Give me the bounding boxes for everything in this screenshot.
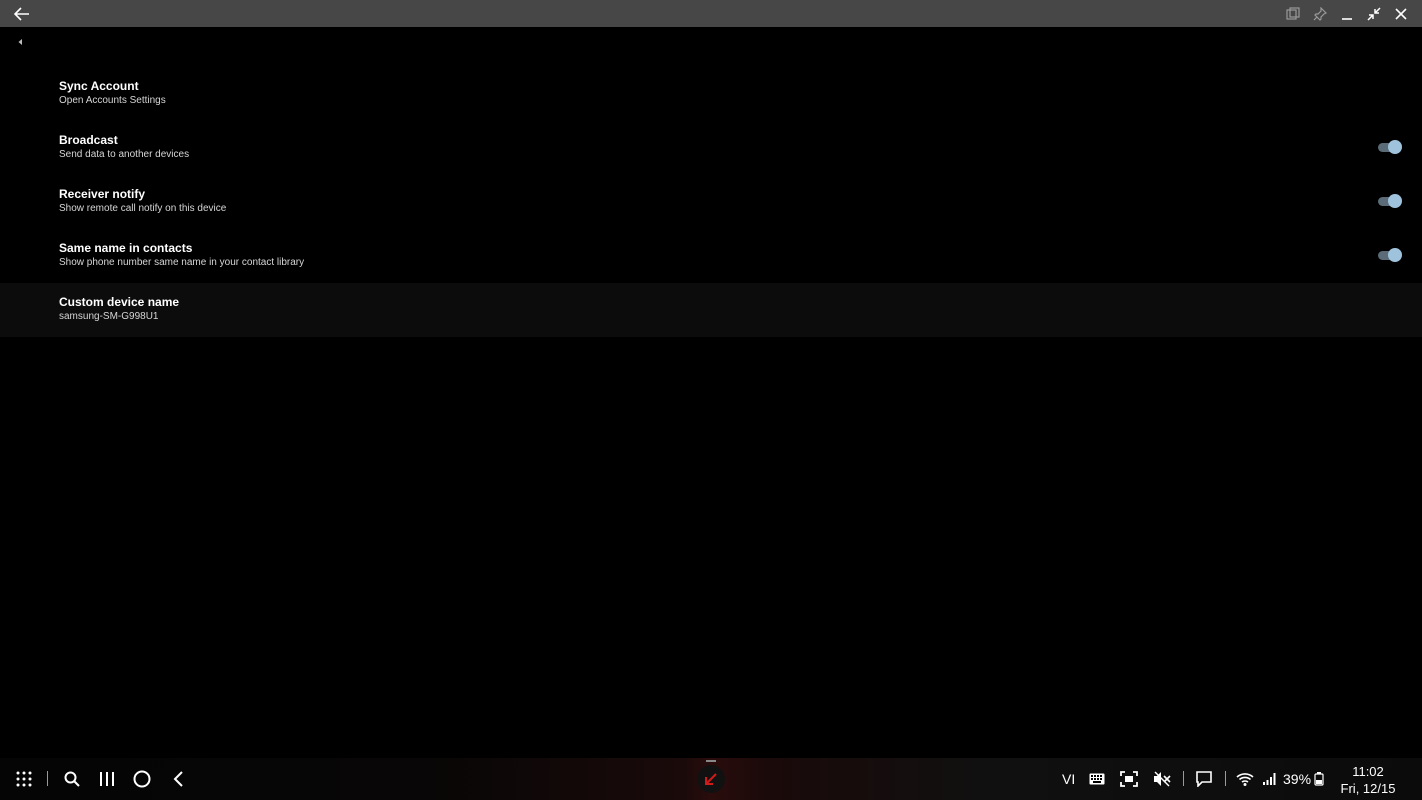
setting-sync-account[interactable]: Sync Account Open Accounts Settings [0, 67, 1422, 121]
setting-title: Receiver notify [59, 187, 146, 201]
handle-bar [706, 760, 716, 762]
screen: Sync Account Open Accounts Settings Broa… [0, 0, 1422, 800]
recents-icon[interactable] [97, 769, 117, 789]
setting-broadcast[interactable]: Broadcast Send data to another devices [0, 121, 1422, 175]
screenshot-icon[interactable] [1119, 769, 1139, 789]
signal-icon [1260, 769, 1278, 789]
setting-subtitle: samsung-SM-G998U1 [59, 311, 159, 322]
minimize-icon[interactable] [1333, 0, 1360, 27]
battery-icon [1313, 771, 1325, 787]
close-icon[interactable] [1387, 0, 1414, 27]
collapse-caret-icon[interactable] [15, 35, 27, 47]
receiver-notify-toggle[interactable] [1377, 193, 1403, 209]
restore-icon[interactable] [1360, 0, 1387, 27]
home-icon[interactable] [132, 769, 152, 789]
clock-time: 11:02 [1352, 764, 1384, 779]
setting-subtitle: Send data to another devices [59, 149, 190, 160]
battery-percent: 39% [1283, 771, 1312, 787]
taskbar-divider [47, 771, 48, 786]
taskbar-divider [1183, 771, 1184, 786]
taskbar: VI 39% 11:02 Fri, 12/15 [0, 758, 1422, 800]
apps-grid-icon[interactable] [14, 769, 34, 789]
notification-icon[interactable] [1194, 769, 1214, 789]
setting-receiver-notify[interactable]: Receiver notify Show remote call notify … [0, 175, 1422, 229]
setting-subtitle: Open Accounts Settings [59, 95, 166, 106]
back-icon[interactable] [168, 769, 188, 789]
pinned-app-icon[interactable] [697, 765, 725, 793]
broadcast-toggle[interactable] [1377, 139, 1403, 155]
window-titlebar [0, 0, 1422, 27]
language-indicator[interactable]: VI [1062, 771, 1075, 787]
setting-title: Broadcast [59, 133, 118, 147]
setting-title: Same name in contacts [59, 241, 193, 255]
setting-same-name-in-contacts[interactable]: Same name in contacts Show phone number … [0, 229, 1422, 283]
wifi-icon[interactable] [1235, 769, 1255, 789]
sound-muted-icon[interactable] [1152, 769, 1172, 789]
clock-date: Fri, 12/15 [1340, 781, 1396, 796]
keyboard-icon[interactable] [1087, 769, 1107, 789]
back-arrow-icon[interactable] [8, 0, 35, 27]
setting-title: Sync Account [59, 79, 139, 93]
clock[interactable]: 11:02 Fri, 12/15 [1338, 763, 1398, 797]
search-icon[interactable] [62, 769, 82, 789]
setting-title: Custom device name [59, 295, 180, 309]
setting-custom-device-name[interactable]: Custom device name samsung-SM-G998U1 [0, 283, 1422, 337]
taskbar-divider [1225, 771, 1226, 786]
same-name-toggle[interactable] [1377, 247, 1403, 263]
setting-subtitle: Show phone number same name in your cont… [59, 257, 305, 268]
pin-icon[interactable] [1306, 0, 1333, 27]
settings-list: Sync Account Open Accounts Settings Broa… [0, 67, 1422, 337]
setting-subtitle: Show remote call notify on this device [59, 203, 227, 214]
popup-view-icon[interactable] [1279, 0, 1306, 27]
